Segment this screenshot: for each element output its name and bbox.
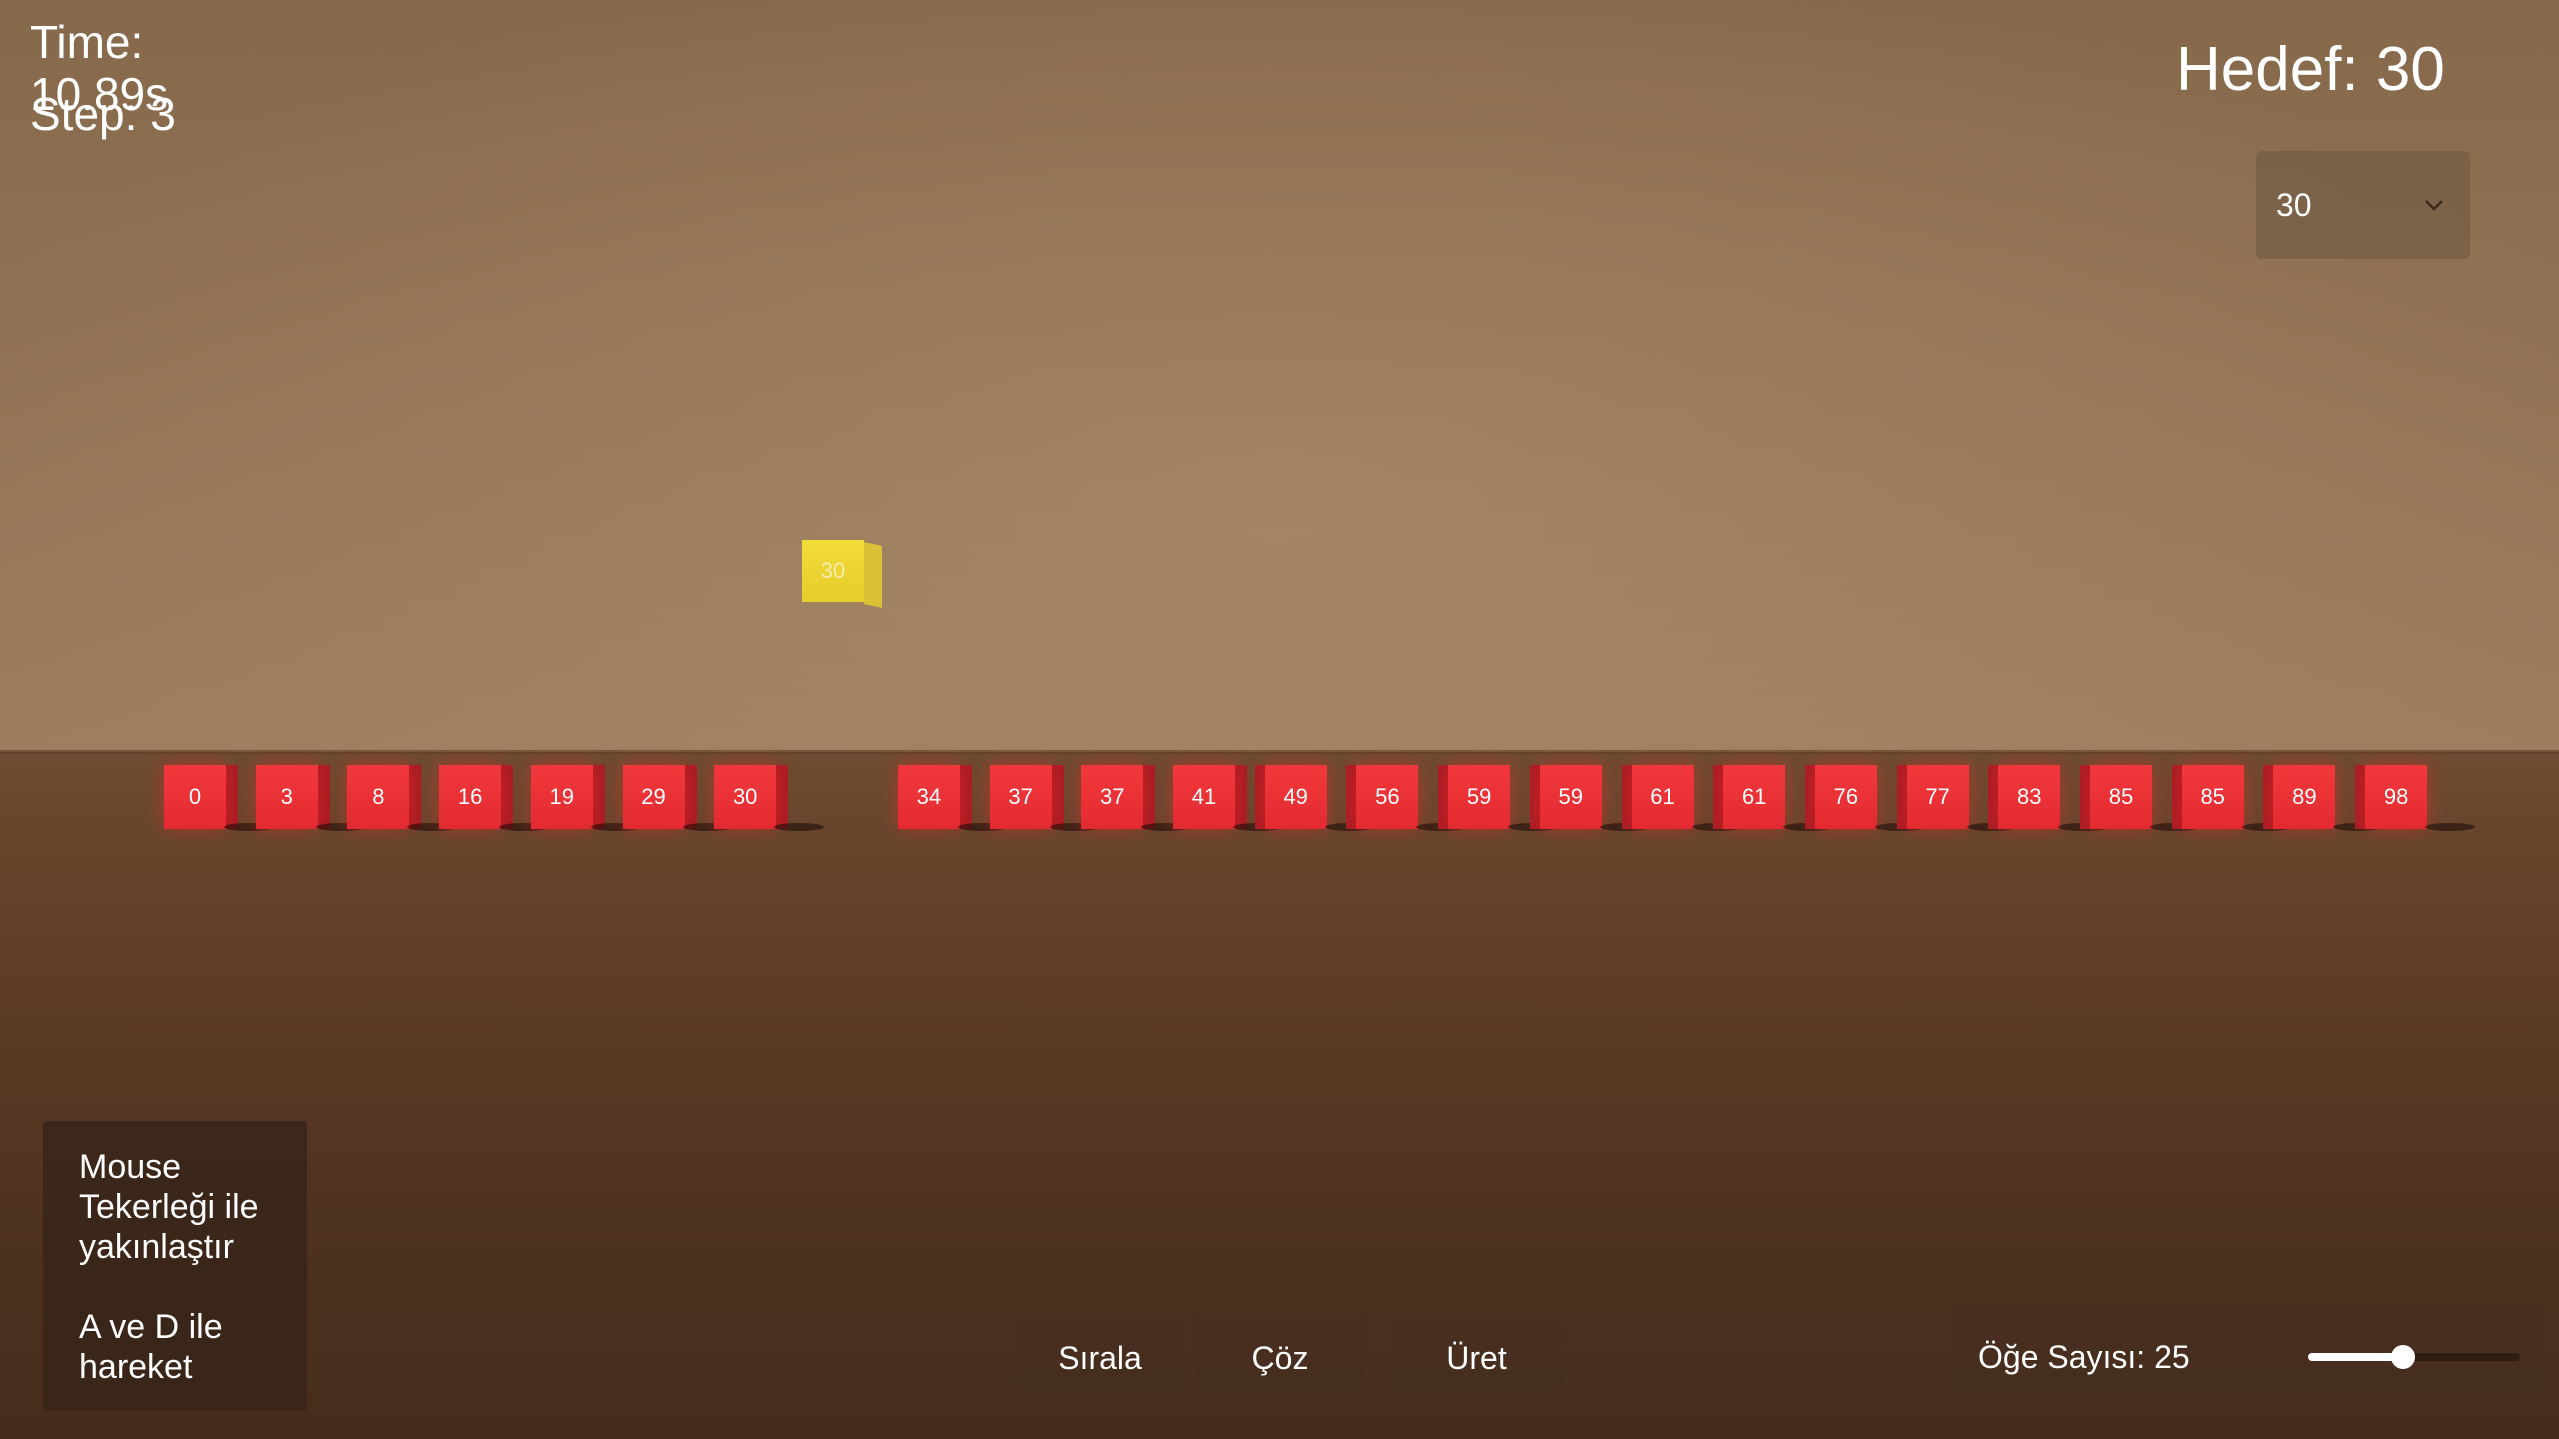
array-cube: 56 <box>1346 765 1467 831</box>
array-cube: 19 <box>530 765 641 831</box>
array-cube-label: 59 <box>1539 765 1602 829</box>
array-cube: 0 <box>164 765 274 831</box>
array-cube: 3 <box>255 765 366 831</box>
step-readout: Step: 3 <box>30 88 176 140</box>
array-cube: 29 <box>622 765 733 831</box>
array-cube-label: 77 <box>1906 765 1969 829</box>
array-cube-label: 59 <box>1448 765 1511 829</box>
array-cube-label: 3 <box>255 765 318 829</box>
array-cube-label: 56 <box>1356 765 1419 829</box>
array-cube: 59 <box>1529 765 1650 831</box>
array-cube-label: 98 <box>2365 765 2428 829</box>
search-pointer-cube: 30 <box>802 540 882 608</box>
slider-handle[interactable] <box>2391 1345 2416 1369</box>
array-cube: 41 <box>1173 765 1283 831</box>
array-cube-label: 8 <box>347 765 410 829</box>
solve-button[interactable]: Çöz <box>1195 1314 1365 1402</box>
array-cube-label: 0 <box>164 765 226 829</box>
array-cube-label: 41 <box>1173 765 1235 829</box>
array-cube-label: 19 <box>530 765 593 829</box>
array-cube-row: 0 3 8 16 19 29 30 34 37 37 41 49 56 59 59 61 61 76 77 83 85 8… <box>0 0 2559 1439</box>
array-cube: 49 <box>1254 765 1375 831</box>
item-count-label: Öğe Sayısı: 25 <box>1978 1338 2190 1375</box>
array-cube: 61 <box>1621 765 1742 831</box>
search-pointer-cube-label: 30 <box>802 540 864 602</box>
array-cube: 76 <box>1804 765 1925 831</box>
item-count-panel: Öğe Sayısı: 25 <box>1952 1303 2544 1411</box>
target-select[interactable]: 30 <box>2256 151 2470 259</box>
target-readout: Hedef: 30 <box>2176 35 2445 104</box>
zoom-help-text: Mouse Tekerleği ile yakınlaştır <box>79 1148 259 1266</box>
array-cube-label: 89 <box>2273 765 2336 829</box>
array-cube-label: 16 <box>439 765 502 829</box>
array-cube-label: 85 <box>2090 765 2152 829</box>
target-select-value: 30 <box>2276 186 2312 223</box>
move-help-text: A ve D ile hareket <box>79 1308 223 1386</box>
slider-fill <box>2308 1353 2404 1361</box>
array-cube: 85 <box>2080 765 2200 831</box>
chevron-down-icon <box>2414 185 2454 225</box>
array-cube-label: 85 <box>2181 765 2244 829</box>
array-cube: 8 <box>347 765 458 831</box>
array-cube: 89 <box>2263 765 2384 831</box>
array-cube-label: 83 <box>1998 765 2061 829</box>
generate-button[interactable]: Üret <box>1391 1314 1562 1402</box>
game-viewport: 0 3 8 16 19 29 30 34 37 37 41 49 56 59 59 61 61 76 77 83 85 8… <box>0 0 2559 1439</box>
array-cube-label: 29 <box>622 765 685 829</box>
array-cube-label: 49 <box>1264 765 1327 829</box>
controls-help-panel: Mouse Tekerleği ile yakınlaştır A ve D i… <box>43 1121 307 1411</box>
array-cube-label: 76 <box>1814 765 1877 829</box>
array-cube: 77 <box>1896 765 2017 831</box>
array-cube: 98 <box>2355 765 2476 831</box>
array-cube: 37 <box>1081 765 1192 831</box>
array-cube: 61 <box>1713 765 1834 831</box>
array-cube: 85 <box>2171 765 2292 831</box>
array-cube: 34 <box>897 765 1008 831</box>
array-cube-label: 61 <box>1631 765 1694 829</box>
array-cube: 83 <box>1988 765 2109 831</box>
array-cube: 37 <box>989 765 1100 831</box>
sort-button[interactable]: Sırala <box>1015 1314 1185 1402</box>
array-cube-label: 34 <box>897 765 960 829</box>
array-cube: 16 <box>439 765 550 831</box>
array-cube-label: 30 <box>714 765 777 829</box>
array-cube: 30 <box>714 765 825 831</box>
item-count-slider[interactable] <box>2308 1345 2520 1369</box>
array-cube-label: 37 <box>1081 765 1144 829</box>
array-cube-label: 61 <box>1723 765 1786 829</box>
array-cube: 59 <box>1438 765 1559 831</box>
array-cube-label: 37 <box>989 765 1052 829</box>
